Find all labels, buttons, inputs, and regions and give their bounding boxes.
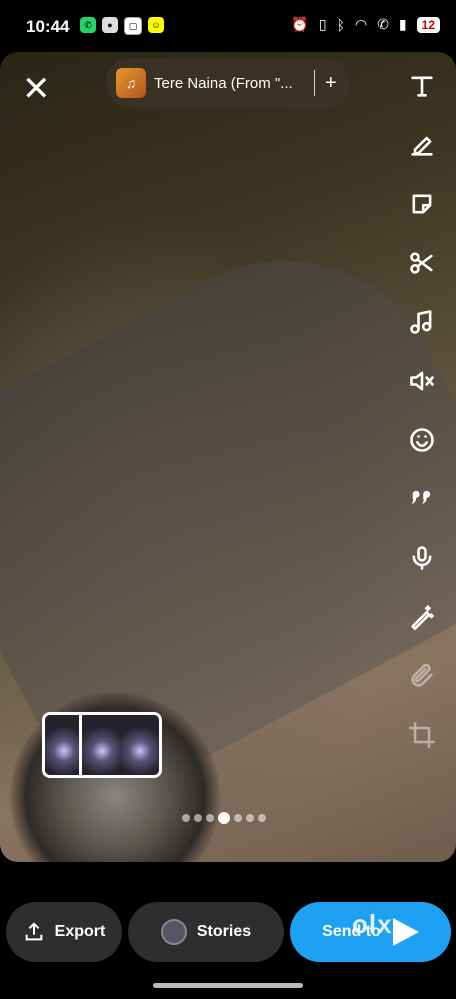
home-indicator[interactable]: [153, 983, 303, 988]
app-icon: ▢: [124, 17, 142, 35]
crop-tool-icon[interactable]: [402, 715, 442, 755]
stories-label: Stories: [196, 923, 252, 940]
vibrate-icon: ▯: [318, 16, 327, 32]
video-clip-strip[interactable]: [42, 712, 162, 778]
system-icons: ⏰ ▯ ᛒ ◠ ✆ ▮ 12: [291, 16, 440, 33]
page-dot: [234, 814, 242, 822]
snapchat-icon: ☺: [148, 17, 164, 33]
mute-tool-icon[interactable]: [402, 361, 442, 401]
call-icon: ✆: [377, 16, 389, 32]
whatsapp-icon: ✆: [80, 17, 96, 33]
page-dot: [194, 814, 202, 822]
page-dot: [258, 814, 266, 822]
stories-button[interactable]: Stories: [128, 902, 284, 962]
music-tool-icon[interactable]: [402, 302, 442, 342]
notification-icons: ✆ ● ▢ ☺: [80, 17, 164, 35]
page-dot: [206, 814, 214, 822]
status-bar: 10:44 ✆ ● ▢ ☺ ⏰ ▯ ᛒ ◠ ✆ ▮ 12: [0, 0, 456, 52]
bluetooth-icon: ᛒ: [336, 16, 345, 33]
music-thumbnail-icon: ♫: [116, 68, 146, 98]
text-tool-icon[interactable]: [402, 66, 442, 106]
close-button[interactable]: ✕: [22, 72, 51, 106]
page-dot: [182, 814, 190, 822]
add-music-button[interactable]: +: [325, 72, 337, 95]
music-title: Tere Naina (From "...: [154, 74, 293, 92]
magic-tool-icon[interactable]: [402, 597, 442, 637]
chat-icon: ●: [102, 17, 118, 33]
avatar: [160, 919, 187, 945]
clip-frame: [121, 715, 159, 775]
signal-icon: ▮: [398, 16, 407, 32]
voice-tool-icon[interactable]: [402, 538, 442, 578]
clip-frame: [45, 715, 83, 775]
send-arrow-icon: [392, 918, 419, 946]
page-dot-active: [218, 812, 230, 824]
export-button[interactable]: Export: [6, 902, 122, 962]
watermark-logo: olx: [352, 909, 393, 939]
sticker-tool-icon[interactable]: [402, 184, 442, 224]
export-label: Export: [54, 923, 106, 940]
divider: [314, 70, 315, 96]
clip-frame: [83, 715, 121, 775]
quote-tool-icon[interactable]: [402, 479, 442, 519]
page-dot: [246, 814, 254, 822]
status-time: 10:44: [26, 17, 70, 36]
upload-icon: [25, 922, 42, 941]
emoji-tool-icon[interactable]: [402, 420, 442, 460]
page-indicator: [182, 812, 266, 824]
draw-tool-icon[interactable]: [402, 125, 442, 165]
alarm-icon: ⏰: [291, 16, 309, 32]
attach-tool-icon[interactable]: [402, 656, 442, 696]
scissors-tool-icon[interactable]: [402, 243, 442, 283]
music-selector[interactable]: ♫ Tere Naina (From "... +: [106, 58, 350, 108]
wifi-icon: ◠: [354, 16, 368, 32]
battery-level: 12: [416, 16, 440, 33]
editing-toolbar: [402, 66, 442, 774]
clip-trim-handle[interactable]: [79, 715, 82, 775]
